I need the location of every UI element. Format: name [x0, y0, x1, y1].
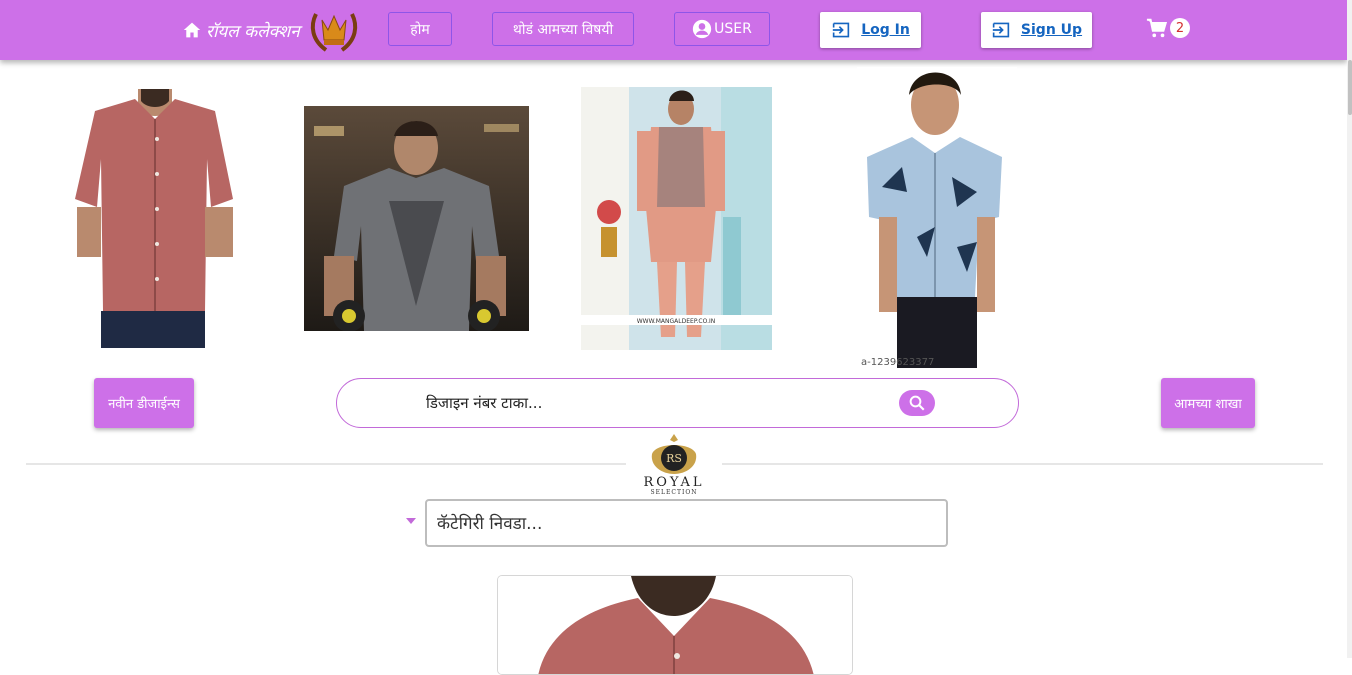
signup-button[interactable]: Sign Up [981, 12, 1092, 48]
scrollbar-thumb[interactable] [1348, 60, 1352, 115]
crown-laurel-icon [310, 13, 357, 52]
brand-link[interactable]: रॉयल कलेक्शन [182, 7, 362, 53]
login-label: Log In [861, 22, 910, 38]
login-icon [833, 22, 850, 38]
logo-monogram: RS [666, 452, 682, 465]
peach-kurta-jacket-photo: WWW.MANGALDEEP.CO.IN [581, 87, 772, 350]
new-designs-button[interactable]: नवीन डीजाईन्स [94, 378, 194, 428]
product-image-3[interactable]: WWW.MANGALDEEP.CO.IN [581, 87, 772, 350]
search-input[interactable]: डिजाइन नंबर टाका... [426, 393, 542, 413]
crest-icon: RS [651, 434, 697, 474]
signup-label: Sign Up [1020, 22, 1083, 38]
maroon-shirt-closeup-photo [498, 576, 852, 674]
maroon-shirt-photo [75, 89, 235, 348]
photo-watermark: WWW.MANGALDEEP.CO.IN [637, 318, 716, 325]
navbar: रॉयल कलेक्शन होम थोडं आमच्या विषयी USER … [0, 0, 1347, 60]
nav-home-button[interactable]: होम [388, 12, 452, 46]
photo-stock-id: a-1239623377 [861, 357, 934, 368]
brand-name: रॉयल कलेक्शन [206, 21, 300, 42]
home-icon [183, 22, 201, 38]
nav-user-button[interactable]: USER [674, 12, 770, 46]
cart-button[interactable]: 2 [1146, 17, 1190, 39]
search-bar: डिजाइन नंबर टाका... [336, 378, 1019, 428]
search-icon [909, 395, 925, 411]
shopping-cart-icon [1146, 18, 1168, 38]
grey-gym-tshirt-photo [304, 106, 529, 331]
signup-icon [992, 22, 1010, 38]
logo-word: ROYAL [643, 475, 705, 490]
branches-button[interactable]: आमच्या शाखा [1161, 378, 1255, 428]
chevron-down-icon[interactable] [406, 518, 416, 524]
login-button[interactable]: Log In [820, 12, 921, 48]
product-card[interactable] [497, 575, 853, 675]
logo-subtitle: SELECTION [650, 489, 698, 496]
royal-selection-logo: RS ROYAL SELECTION [626, 432, 722, 496]
product-image-1[interactable] [75, 89, 235, 348]
cart-count-badge: 2 [1170, 18, 1190, 38]
blue-printed-shirt-photo: a-1239623377 [857, 67, 1017, 368]
product-image-2[interactable] [304, 106, 529, 331]
account-circle-icon [692, 19, 712, 39]
product-image-4[interactable]: a-1239623377 [857, 67, 1017, 368]
category-select[interactable]: कॅटेगिरी निवडा... [425, 499, 948, 547]
search-button[interactable] [899, 390, 935, 416]
nav-about-button[interactable]: थोडं आमच्या विषयी [492, 12, 634, 46]
user-label: USER [714, 21, 752, 37]
